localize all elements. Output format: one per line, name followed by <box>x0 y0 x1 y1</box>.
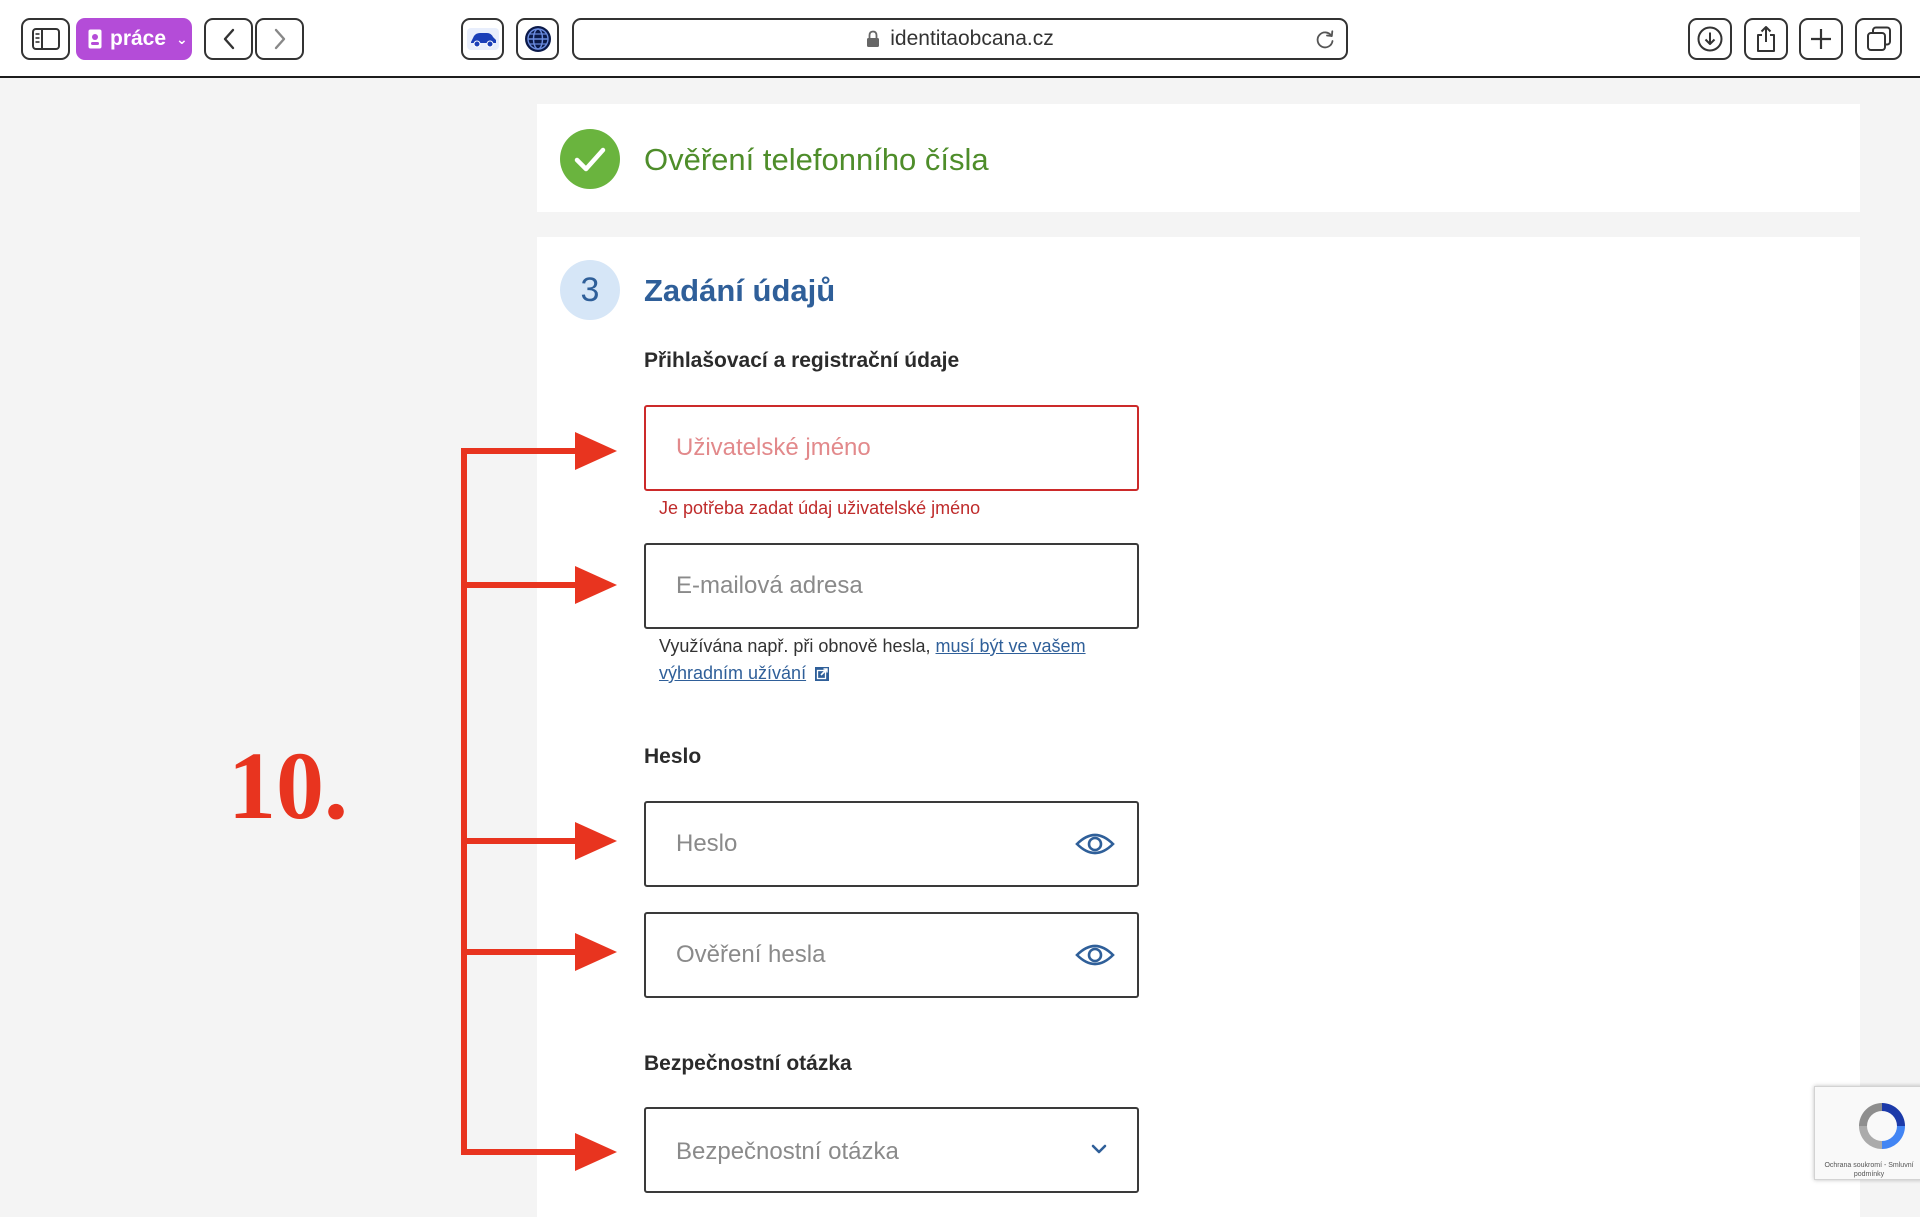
recaptcha-badge[interactable]: Ochrana soukromí - Smluvní podmínky <box>1814 1086 1920 1180</box>
annotation-step-number: 10. <box>228 732 348 839</box>
annotation-arrows <box>461 432 617 1171</box>
recaptcha-icon <box>1859 1103 1905 1149</box>
recaptcha-footer-text[interactable]: Ochrana soukromí - Smluvní podmínky <box>1817 1161 1920 1179</box>
